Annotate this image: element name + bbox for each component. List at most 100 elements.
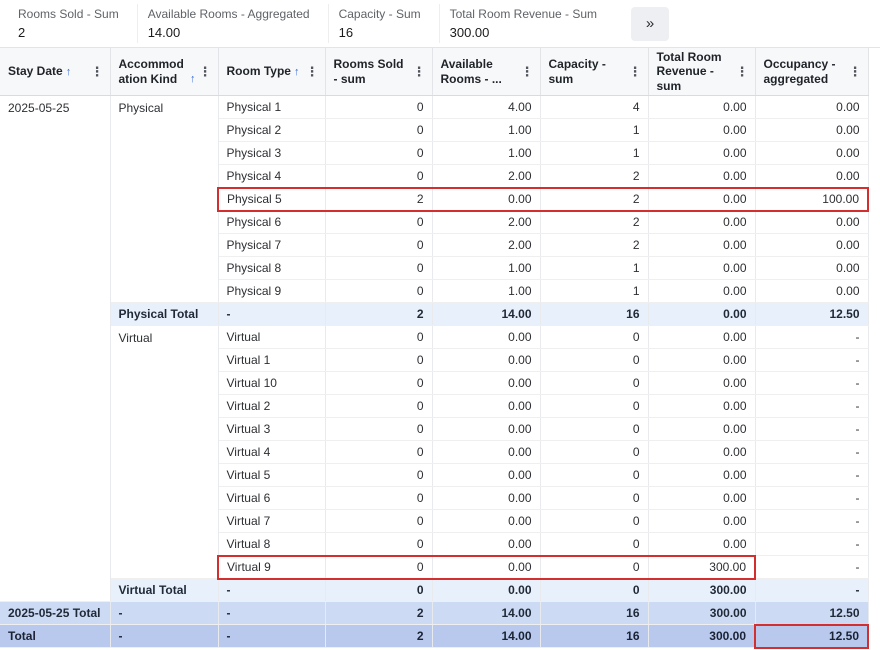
- table-cell[interactable]: 0: [325, 395, 432, 418]
- table-cell[interactable]: 1: [540, 142, 648, 165]
- table-cell[interactable]: Virtual 1: [218, 349, 325, 372]
- table-cell[interactable]: 0: [325, 579, 432, 602]
- table-cell[interactable]: 0.00: [648, 188, 755, 211]
- table-cell[interactable]: Virtual 9: [218, 556, 325, 579]
- table-cell[interactable]: 0.00: [755, 257, 868, 280]
- table-cell[interactable]: -: [110, 602, 218, 625]
- table-cell[interactable]: 0: [540, 372, 648, 395]
- table-cell[interactable]: Physical 7: [218, 234, 325, 257]
- table-cell[interactable]: 4: [540, 96, 648, 119]
- table-cell[interactable]: Virtual 4: [218, 441, 325, 464]
- table-cell[interactable]: 0: [325, 533, 432, 556]
- table-cell[interactable]: 0.00: [648, 257, 755, 280]
- table-cell[interactable]: 0.00: [432, 579, 540, 602]
- table-cell[interactable]: Virtual Total: [110, 579, 218, 602]
- table-cell[interactable]: Physical 3: [218, 142, 325, 165]
- table-cell[interactable]: 0.00: [432, 372, 540, 395]
- table-cell[interactable]: 1.00: [432, 119, 540, 142]
- table-cell[interactable]: 2: [325, 188, 432, 211]
- table-cell[interactable]: 0: [325, 464, 432, 487]
- table-cell[interactable]: 0: [540, 556, 648, 579]
- table-cell[interactable]: 0.00: [648, 533, 755, 556]
- table-cell[interactable]: 0.00: [648, 372, 755, 395]
- kebab-menu-icon[interactable]: ⋮: [412, 64, 427, 80]
- table-cell[interactable]: 0: [325, 441, 432, 464]
- table-cell[interactable]: 1.00: [432, 280, 540, 303]
- kebab-menu-icon[interactable]: ⋮: [90, 64, 105, 80]
- table-cell[interactable]: 0.00: [755, 280, 868, 303]
- table-cell[interactable]: 0: [540, 464, 648, 487]
- table-cell[interactable]: 0.00: [432, 349, 540, 372]
- table-cell[interactable]: 0: [325, 165, 432, 188]
- table-cell[interactable]: Virtual: [218, 326, 325, 349]
- table-cell[interactable]: 0.00: [648, 280, 755, 303]
- table-cell[interactable]: Virtual 5: [218, 464, 325, 487]
- kebab-menu-icon[interactable]: ⋮: [628, 64, 643, 80]
- table-cell[interactable]: Physical 5: [218, 188, 325, 211]
- table-cell[interactable]: 0.00: [755, 142, 868, 165]
- table-cell[interactable]: 0: [325, 418, 432, 441]
- table-cell[interactable]: Virtual 6: [218, 487, 325, 510]
- table-cell[interactable]: 1.00: [432, 257, 540, 280]
- table-cell[interactable]: 1: [540, 119, 648, 142]
- table-cell[interactable]: 0.00: [432, 418, 540, 441]
- sort-asc-icon[interactable]: ↑: [190, 73, 196, 86]
- table-cell[interactable]: 0.00: [432, 441, 540, 464]
- table-cell[interactable]: 2: [540, 234, 648, 257]
- table-cell[interactable]: 4.00: [432, 96, 540, 119]
- table-cell[interactable]: 300.00: [648, 602, 755, 625]
- table-cell[interactable]: Total: [0, 625, 110, 648]
- table-cell[interactable]: 0.00: [648, 326, 755, 349]
- table-cell[interactable]: 0.00: [648, 349, 755, 372]
- table-cell[interactable]: 0.00: [648, 142, 755, 165]
- table-cell[interactable]: 0: [540, 441, 648, 464]
- table-cell[interactable]: 300.00: [648, 625, 755, 648]
- column-header[interactable]: Occupancy - aggregated⋮: [755, 48, 868, 96]
- table-cell[interactable]: 0: [540, 510, 648, 533]
- table-cell[interactable]: 300.00: [648, 556, 755, 579]
- column-header[interactable]: Rooms Sold - sum⋮: [325, 48, 432, 96]
- table-cell[interactable]: 2.00: [432, 234, 540, 257]
- table-cell[interactable]: 14.00: [432, 602, 540, 625]
- table-cell[interactable]: -: [755, 349, 868, 372]
- table-cell[interactable]: -: [218, 625, 325, 648]
- kebab-menu-icon[interactable]: ⋮: [848, 64, 863, 80]
- table-cell[interactable]: Physical 2: [218, 119, 325, 142]
- table-cell[interactable]: 0: [325, 510, 432, 533]
- table-cell[interactable]: Physical 6: [218, 211, 325, 234]
- table-cell[interactable]: Physical Total: [110, 303, 218, 326]
- table-cell[interactable]: 12.50: [755, 303, 868, 326]
- kebab-menu-icon[interactable]: ⋮: [520, 64, 535, 80]
- table-cell[interactable]: 0.00: [755, 119, 868, 142]
- table-cell[interactable]: Physical 8: [218, 257, 325, 280]
- table-cell[interactable]: 0.00: [648, 441, 755, 464]
- table-cell[interactable]: 0.00: [648, 510, 755, 533]
- table-cell[interactable]: -: [755, 395, 868, 418]
- column-header[interactable]: Total Room Revenue - sum⋮: [648, 48, 755, 96]
- table-cell[interactable]: 0.00: [432, 556, 540, 579]
- table-cell[interactable]: -: [218, 303, 325, 326]
- table-cell[interactable]: 1.00: [432, 142, 540, 165]
- table-cell[interactable]: 1: [540, 280, 648, 303]
- table-cell[interactable]: 0: [325, 96, 432, 119]
- table-cell[interactable]: Physical 4: [218, 165, 325, 188]
- table-cell[interactable]: 2: [325, 602, 432, 625]
- table-cell[interactable]: -: [755, 556, 868, 579]
- table-cell[interactable]: 0.00: [648, 234, 755, 257]
- table-cell[interactable]: 0: [540, 349, 648, 372]
- table-cell[interactable]: Virtual 2: [218, 395, 325, 418]
- column-header[interactable]: Accommodation Kind↑⋮: [110, 48, 218, 96]
- column-header[interactable]: Stay Date↑⋮: [0, 48, 110, 96]
- expand-panel-button[interactable]: »: [631, 7, 669, 41]
- table-cell[interactable]: 0: [325, 234, 432, 257]
- table-cell[interactable]: 0: [540, 395, 648, 418]
- table-cell[interactable]: -: [755, 464, 868, 487]
- table-cell[interactable]: 0.00: [648, 165, 755, 188]
- table-cell[interactable]: 0: [325, 326, 432, 349]
- table-cell[interactable]: 2: [540, 188, 648, 211]
- table-cell[interactable]: -: [755, 533, 868, 556]
- table-cell[interactable]: 2: [325, 625, 432, 648]
- table-cell[interactable]: 2.00: [432, 211, 540, 234]
- table-cell[interactable]: -: [218, 579, 325, 602]
- table-cell[interactable]: 0.00: [755, 96, 868, 119]
